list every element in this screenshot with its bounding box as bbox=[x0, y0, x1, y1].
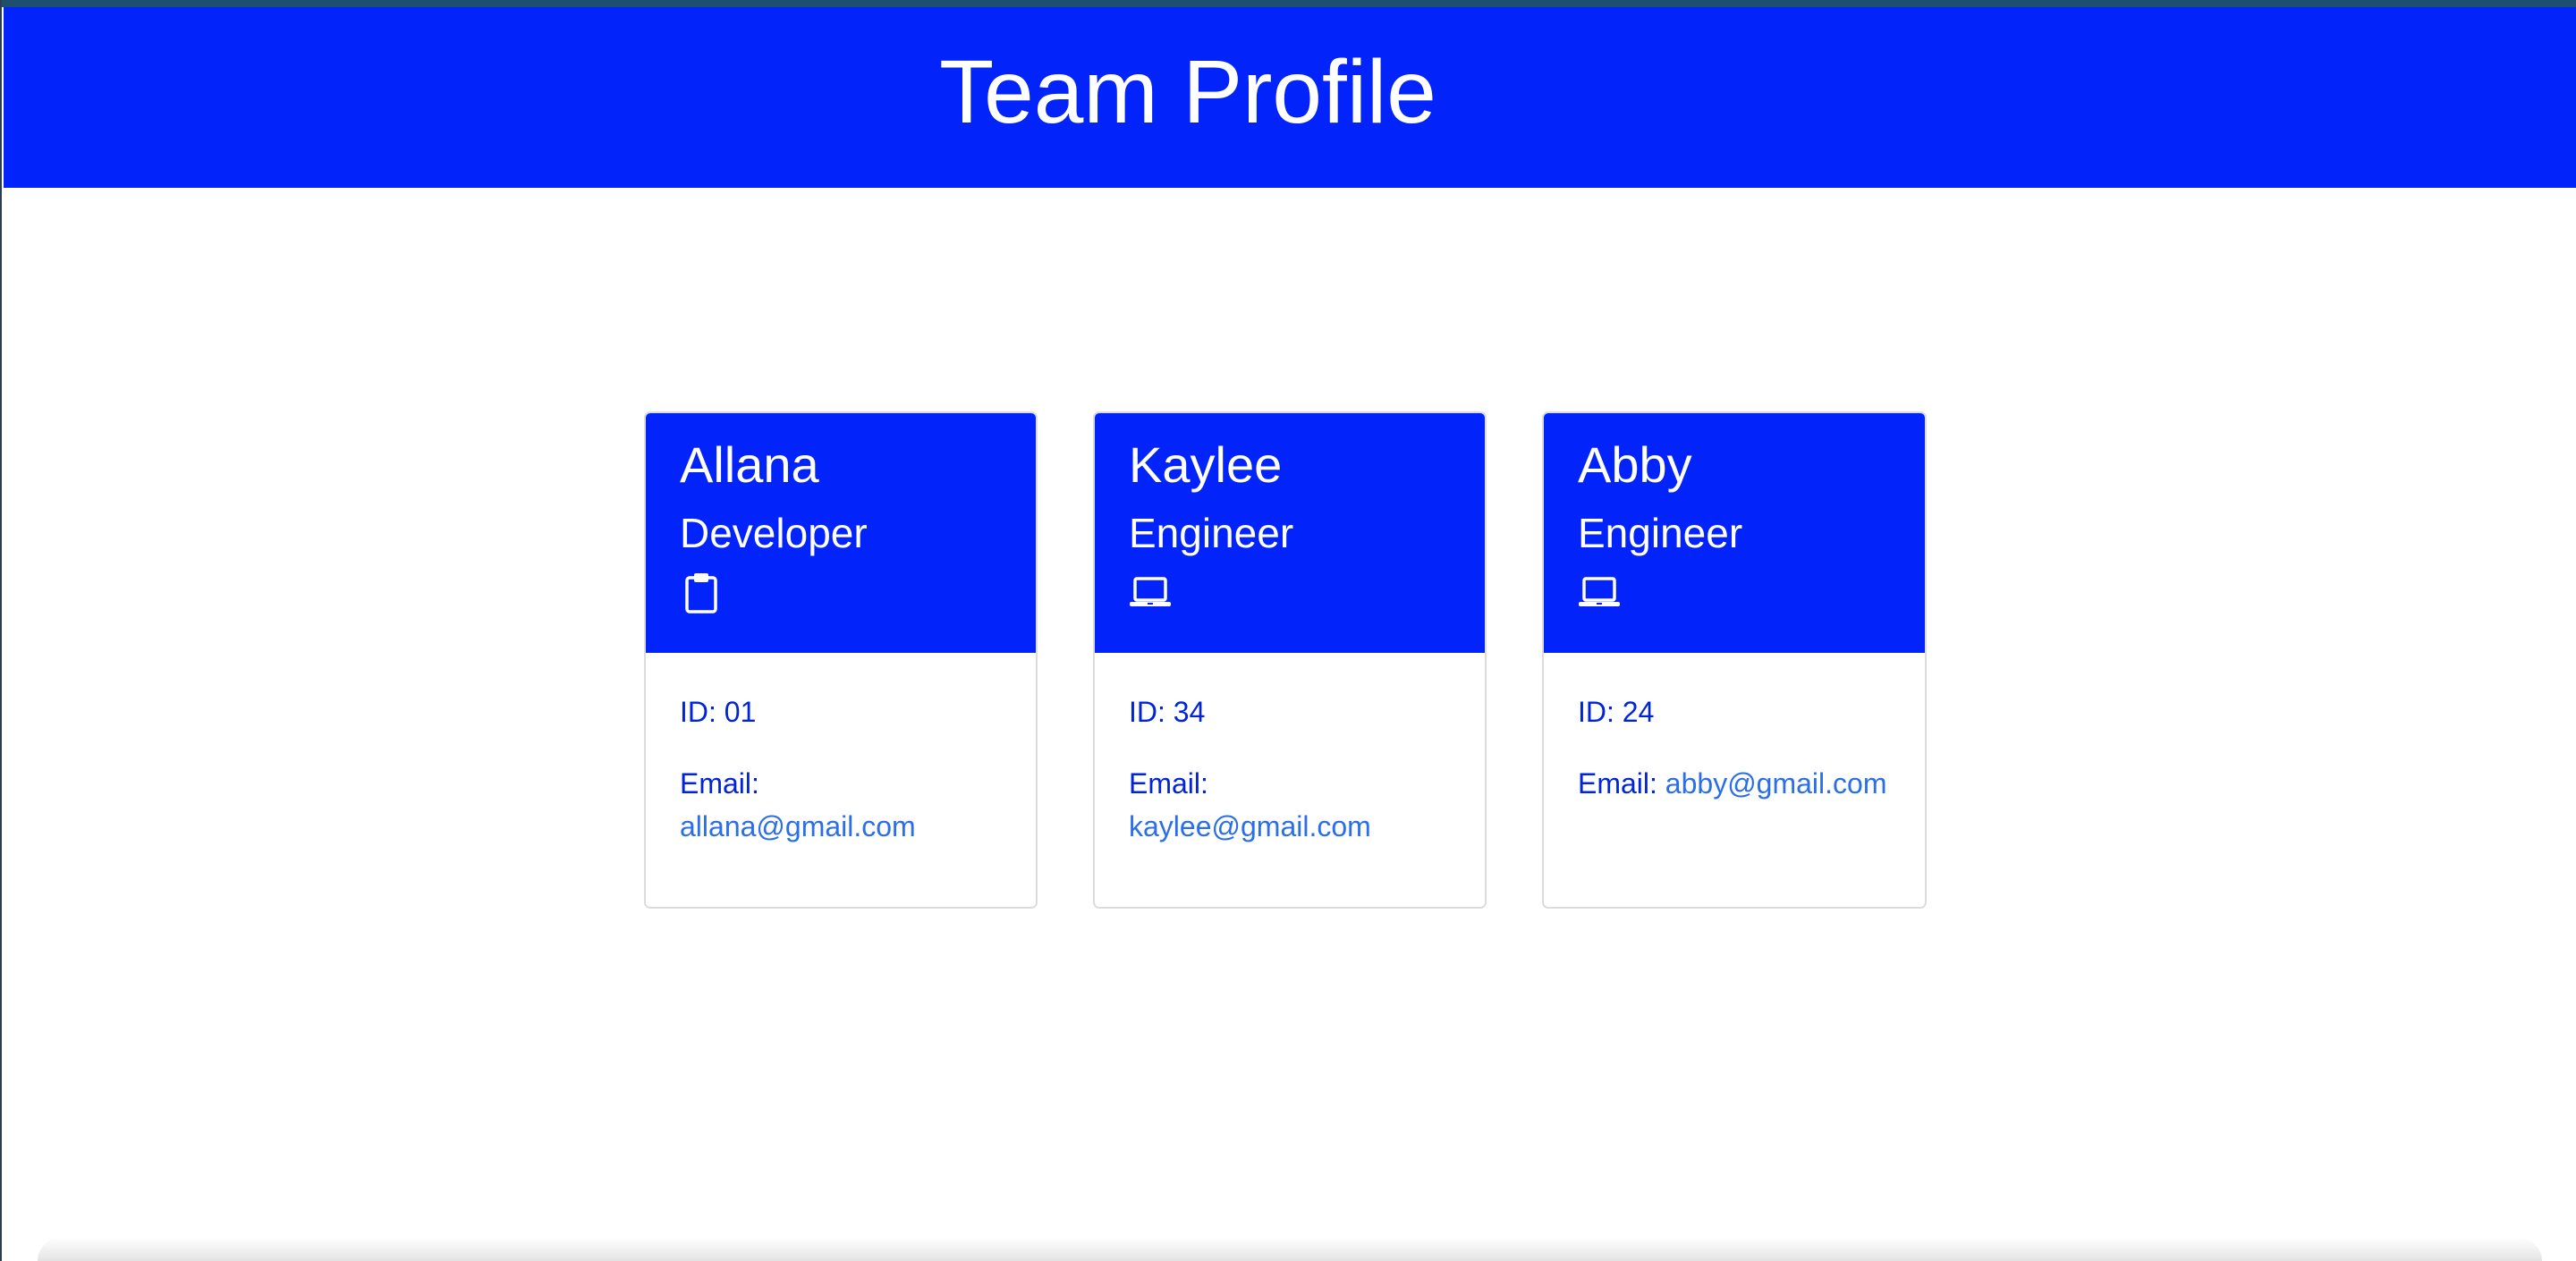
clipboard-icon bbox=[685, 573, 717, 614]
member-id: ID: 24 bbox=[1578, 696, 1655, 728]
card-body: ID: 24 Email: abby@gmail.com bbox=[1544, 653, 1925, 805]
page-title: Team Profile bbox=[939, 41, 1436, 142]
laptop-icon bbox=[1579, 577, 1620, 606]
email-link[interactable]: abby@gmail.com bbox=[1665, 767, 1887, 800]
window-top-strip bbox=[2, 0, 2576, 7]
email-label: Email: bbox=[1578, 767, 1657, 800]
card-header: Kaylee Engineer bbox=[1095, 413, 1485, 653]
team-card-kaylee: Kaylee Engineer ID: 34 Email: kaylee@gma… bbox=[1093, 411, 1487, 909]
member-id: ID: 34 bbox=[1129, 696, 1206, 728]
email-link[interactable]: kaylee@gmail.com bbox=[1129, 810, 1371, 842]
member-email-row: Email: allana@gmail.com bbox=[680, 762, 1002, 848]
team-card-abby: Abby Engineer ID: 24 Email: abby@gmail.c… bbox=[1542, 411, 1927, 909]
card-body: ID: 34 Email: kaylee@gmail.com bbox=[1095, 653, 1485, 848]
email-link[interactable]: allana@gmail.com bbox=[680, 810, 916, 842]
bottom-shadow bbox=[38, 1238, 2542, 1261]
card-body: ID: 01 Email: allana@gmail.com bbox=[646, 653, 1036, 848]
email-label: Email: bbox=[1129, 767, 1208, 800]
card-header: Abby Engineer bbox=[1544, 413, 1925, 653]
member-email-row: Email: kaylee@gmail.com bbox=[1129, 762, 1451, 848]
member-role: Engineer bbox=[1578, 510, 1743, 556]
team-cards: Allana Developer ID: 01 Email: allana@gm… bbox=[644, 411, 1927, 909]
member-name: Abby bbox=[1578, 436, 1692, 493]
laptop-icon bbox=[1130, 577, 1171, 606]
team-card-allana: Allana Developer ID: 01 Email: allana@gm… bbox=[644, 411, 1038, 909]
card-header: Allana Developer bbox=[646, 413, 1036, 653]
page-header: Team Profile bbox=[4, 7, 2576, 188]
email-label: Email: bbox=[680, 767, 759, 800]
page: Team Profile Allana Developer ID: 01 Ema… bbox=[0, 0, 2576, 1261]
member-id: ID: 01 bbox=[680, 696, 757, 728]
member-name: Allana bbox=[680, 436, 819, 493]
member-email-row: Email: abby@gmail.com bbox=[1578, 762, 1891, 805]
member-role: Engineer bbox=[1129, 510, 1294, 556]
member-name: Kaylee bbox=[1129, 436, 1283, 493]
member-role: Developer bbox=[680, 510, 868, 556]
